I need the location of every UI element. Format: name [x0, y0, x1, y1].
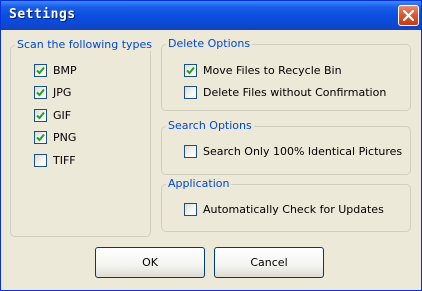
checkbox-identical-pictures[interactable]: Search Only 100% Identical Pictures [184, 145, 402, 158]
tiff-checkbox-box[interactable] [34, 154, 47, 167]
png-checkbox-box[interactable] [34, 131, 47, 144]
scan-types-group: Scan the following types [10, 38, 155, 237]
cancel-button-label: Cancel [250, 256, 288, 269]
checkmark-icon [186, 66, 195, 75]
auto-update-checkbox-box[interactable] [184, 203, 197, 216]
close-button[interactable] [398, 5, 419, 26]
checkbox-jpg[interactable]: JPG [34, 86, 71, 99]
identical-label: Search Only 100% Identical Pictures [203, 145, 403, 158]
window-title: Settings [9, 7, 76, 22]
png-label: PNG [53, 131, 77, 144]
jpg-label: JPG [53, 86, 72, 99]
search-options-legend: Search Options [166, 119, 254, 132]
checkbox-png[interactable]: PNG [34, 131, 76, 144]
checkbox-bmp[interactable]: BMP [34, 64, 77, 77]
no-confirm-label: Delete Files without Confirmation [203, 86, 387, 99]
delete-options-group: Delete Options [161, 37, 411, 111]
bmp-checkbox-box[interactable] [34, 64, 47, 77]
gif-label: GIF [53, 109, 72, 122]
checkbox-delete-without-confirmation[interactable]: Delete Files without Confirmation [184, 86, 386, 99]
bmp-label: BMP [53, 64, 77, 77]
tiff-label: TIFF [53, 154, 76, 167]
checkmark-icon [36, 111, 45, 120]
cancel-button[interactable]: Cancel [214, 247, 324, 278]
application-legend: Application [166, 177, 232, 190]
delete-options-legend: Delete Options [166, 37, 253, 50]
no-confirm-checkbox-box[interactable] [184, 86, 197, 99]
identical-checkbox-box[interactable] [184, 145, 197, 158]
checkbox-auto-update[interactable]: Automatically Check for Updates [184, 203, 384, 216]
scan-types-legend: Scan the following types [15, 38, 155, 51]
gif-checkbox-box[interactable] [34, 109, 47, 122]
checkmark-icon [36, 133, 45, 142]
ok-button[interactable]: OK [95, 247, 205, 278]
checkmark-icon [36, 66, 45, 75]
checkbox-gif[interactable]: GIF [34, 109, 71, 122]
recycle-bin-label: Move Files to Recycle Bin [203, 64, 342, 77]
checkmark-icon [36, 88, 45, 97]
settings-dialog: Settings Scan the following types BMP JP… [0, 0, 422, 291]
ok-button-label: OK [142, 256, 158, 269]
checkbox-move-to-recycle-bin[interactable]: Move Files to Recycle Bin [184, 64, 342, 77]
auto-update-label: Automatically Check for Updates [203, 203, 384, 216]
checkbox-tiff[interactable]: TIFF [34, 154, 76, 167]
jpg-checkbox-box[interactable] [34, 86, 47, 99]
close-icon [403, 10, 414, 21]
recycle-bin-checkbox-box[interactable] [184, 64, 197, 77]
title-bar[interactable]: Settings [1, 1, 421, 30]
